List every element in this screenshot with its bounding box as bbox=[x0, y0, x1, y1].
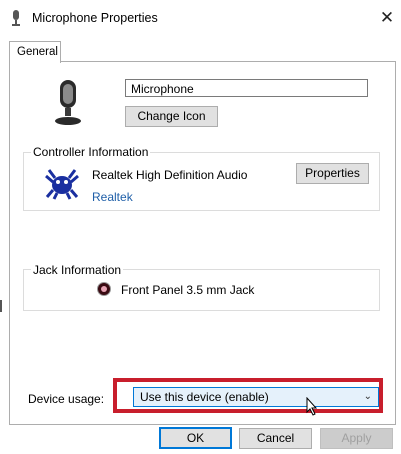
jack-description: Front Panel 3.5 mm Jack bbox=[121, 283, 255, 297]
microphone-icon bbox=[12, 10, 20, 26]
device-usage-label: Device usage: bbox=[28, 392, 105, 406]
device-name-field[interactable]: Microphone bbox=[125, 79, 368, 97]
tab-general[interactable]: General bbox=[9, 41, 61, 63]
vendor-name: Realtek bbox=[92, 190, 133, 204]
audio-jack-icon bbox=[97, 282, 111, 296]
apply-button: Apply bbox=[320, 428, 393, 449]
change-icon-button[interactable]: Change Icon bbox=[125, 106, 218, 127]
microphone-icon bbox=[55, 80, 81, 125]
jack-information-label: Jack Information bbox=[31, 263, 124, 277]
close-icon[interactable]: ✕ bbox=[376, 7, 398, 29]
title-bar: Microphone Properties ✕ bbox=[0, 0, 401, 36]
window-title: Microphone Properties bbox=[32, 11, 158, 25]
window-edge bbox=[0, 300, 2, 312]
mouse-cursor-icon bbox=[306, 397, 318, 416]
tab-general-label: General bbox=[17, 46, 58, 58]
highlight-box bbox=[113, 378, 383, 413]
properties-button[interactable]: Properties bbox=[296, 163, 369, 184]
ok-button[interactable]: OK bbox=[159, 427, 232, 449]
controller-information-label: Controller Information bbox=[31, 145, 151, 159]
cancel-button[interactable]: Cancel bbox=[239, 428, 312, 449]
realtek-crab-icon bbox=[45, 169, 79, 200]
driver-name: Realtek High Definition Audio bbox=[92, 168, 248, 182]
